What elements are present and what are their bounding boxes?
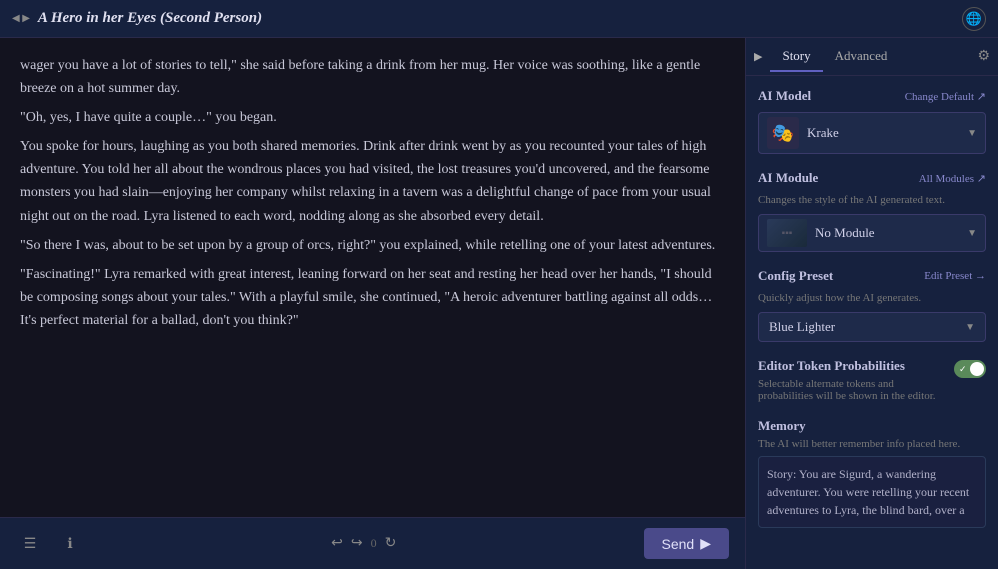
- toolbar-center: ↩ ↪ 0 ↻: [331, 535, 396, 552]
- sidebar-content: AI Model Change Default ↗ 🎭 Krake ▼ AI M…: [746, 76, 998, 569]
- story-para-2: "Oh, yes, I have quite a couple…" you be…: [20, 106, 725, 129]
- module-select[interactable]: ▪▪▪ No Module ▼: [758, 214, 986, 252]
- edit-preset-link[interactable]: Edit Preset →: [924, 270, 986, 282]
- story-content: wager you have a lot of stories to tell,…: [0, 38, 745, 517]
- token-prob-toggle-container: ✓: [954, 360, 986, 378]
- top-bar-right: 🌐: [962, 7, 986, 31]
- ai-module-desc: Changes the style of the AI generated te…: [758, 194, 986, 206]
- config-preset-header: Config Preset Edit Preset →: [758, 268, 986, 284]
- info-icon-btn[interactable]: ℹ: [56, 530, 84, 558]
- ai-module-section: AI Module All Modules ↗ Changes the styl…: [758, 170, 986, 252]
- ai-model-header: AI Model Change Default ↗: [758, 88, 986, 104]
- edit-icon-btn[interactable]: ☰: [16, 530, 44, 558]
- memory-text-box[interactable]: Story: You are Sigurd, a wandering adven…: [758, 456, 986, 528]
- story-title: A Hero in her Eyes (Second Person): [38, 10, 262, 27]
- ai-model-title: AI Model: [758, 88, 811, 104]
- model-chevron-icon: ▼: [967, 128, 977, 139]
- token-prob-title: Editor Token Probabilities: [758, 358, 946, 374]
- model-avatar-icon: 🎭: [772, 123, 794, 144]
- toggle-knob: [970, 362, 984, 376]
- memory-section: Memory The AI will better remember info …: [758, 418, 986, 528]
- module-name: No Module: [815, 225, 967, 241]
- memory-desc: The AI will better remember info placed …: [758, 438, 986, 450]
- send-arrow-icon: ▶: [700, 535, 711, 552]
- config-preset-title: Config Preset: [758, 268, 833, 284]
- memory-title: Memory: [758, 418, 986, 434]
- config-preset-desc: Quickly adjust how the AI generates.: [758, 292, 986, 304]
- token-prob-desc: Selectable alternate tokens and probabil…: [758, 378, 946, 402]
- play-icon[interactable]: ▶: [754, 50, 762, 63]
- model-select[interactable]: 🎭 Krake ▼: [758, 112, 986, 154]
- config-preset-section: Config Preset Edit Preset → Quickly adju…: [758, 268, 986, 342]
- main-layout: wager you have a lot of stories to tell,…: [0, 38, 998, 569]
- token-prob-section: Editor Token Probabilities Selectable al…: [758, 358, 986, 402]
- top-bar: ◀ ▶ A Hero in her Eyes (Second Person) 🌐: [0, 0, 998, 38]
- model-avatar: 🎭: [767, 117, 799, 149]
- sidebar-tabs: ▶ Story Advanced ⚙: [746, 38, 998, 76]
- all-modules-link[interactable]: All Modules ↗: [919, 172, 986, 185]
- tab-advanced[interactable]: Advanced: [823, 42, 900, 72]
- redo-icon[interactable]: ↪: [351, 535, 363, 552]
- settings-icon[interactable]: ⚙: [977, 48, 990, 65]
- ai-module-title: AI Module: [758, 170, 818, 186]
- undo-count: 0: [371, 536, 377, 551]
- story-para-4: "So there I was, about to be set upon by…: [20, 234, 725, 257]
- module-chevron-icon: ▼: [967, 228, 977, 239]
- tab-story[interactable]: Story: [770, 42, 822, 72]
- story-para-3: You spoke for hours, laughing as you bot…: [20, 135, 725, 227]
- ai-module-header: AI Module All Modules ↗: [758, 170, 986, 186]
- refresh-icon[interactable]: ↻: [385, 535, 397, 552]
- back-icon[interactable]: ◀ ▶: [12, 13, 30, 24]
- send-button[interactable]: Send ▶: [644, 528, 729, 559]
- token-prob-row: Editor Token Probabilities Selectable al…: [758, 358, 986, 402]
- ai-model-section: AI Model Change Default ↗ 🎭 Krake ▼: [758, 88, 986, 154]
- story-para-5: "Fascinating!" Lyra remarked with great …: [20, 263, 725, 332]
- change-default-link[interactable]: Change Default ↗: [905, 90, 986, 103]
- bottom-toolbar: ☰ ℹ ↩ ↪ 0 ↻ Send ▶: [0, 517, 745, 569]
- story-para-1: wager you have a lot of stories to tell,…: [20, 54, 725, 100]
- toggle-check-icon: ✓: [959, 364, 967, 375]
- preset-select[interactable]: Blue Lighter ▼: [758, 312, 986, 342]
- token-prob-toggle[interactable]: ✓: [954, 360, 986, 378]
- story-panel: wager you have a lot of stories to tell,…: [0, 38, 746, 569]
- send-label: Send: [662, 536, 695, 552]
- globe-icon[interactable]: 🌐: [962, 7, 986, 31]
- right-sidebar: ▶ Story Advanced ⚙ AI Model Change Defau…: [746, 38, 998, 569]
- undo-icon[interactable]: ↩: [331, 535, 343, 552]
- token-prob-info: Editor Token Probabilities Selectable al…: [758, 358, 946, 402]
- module-thumbnail: ▪▪▪: [767, 219, 807, 247]
- preset-chevron-icon: ▼: [965, 322, 975, 333]
- model-name: Krake: [807, 125, 967, 141]
- top-bar-left: ◀ ▶ A Hero in her Eyes (Second Person): [12, 10, 262, 27]
- preset-name: Blue Lighter: [769, 319, 965, 335]
